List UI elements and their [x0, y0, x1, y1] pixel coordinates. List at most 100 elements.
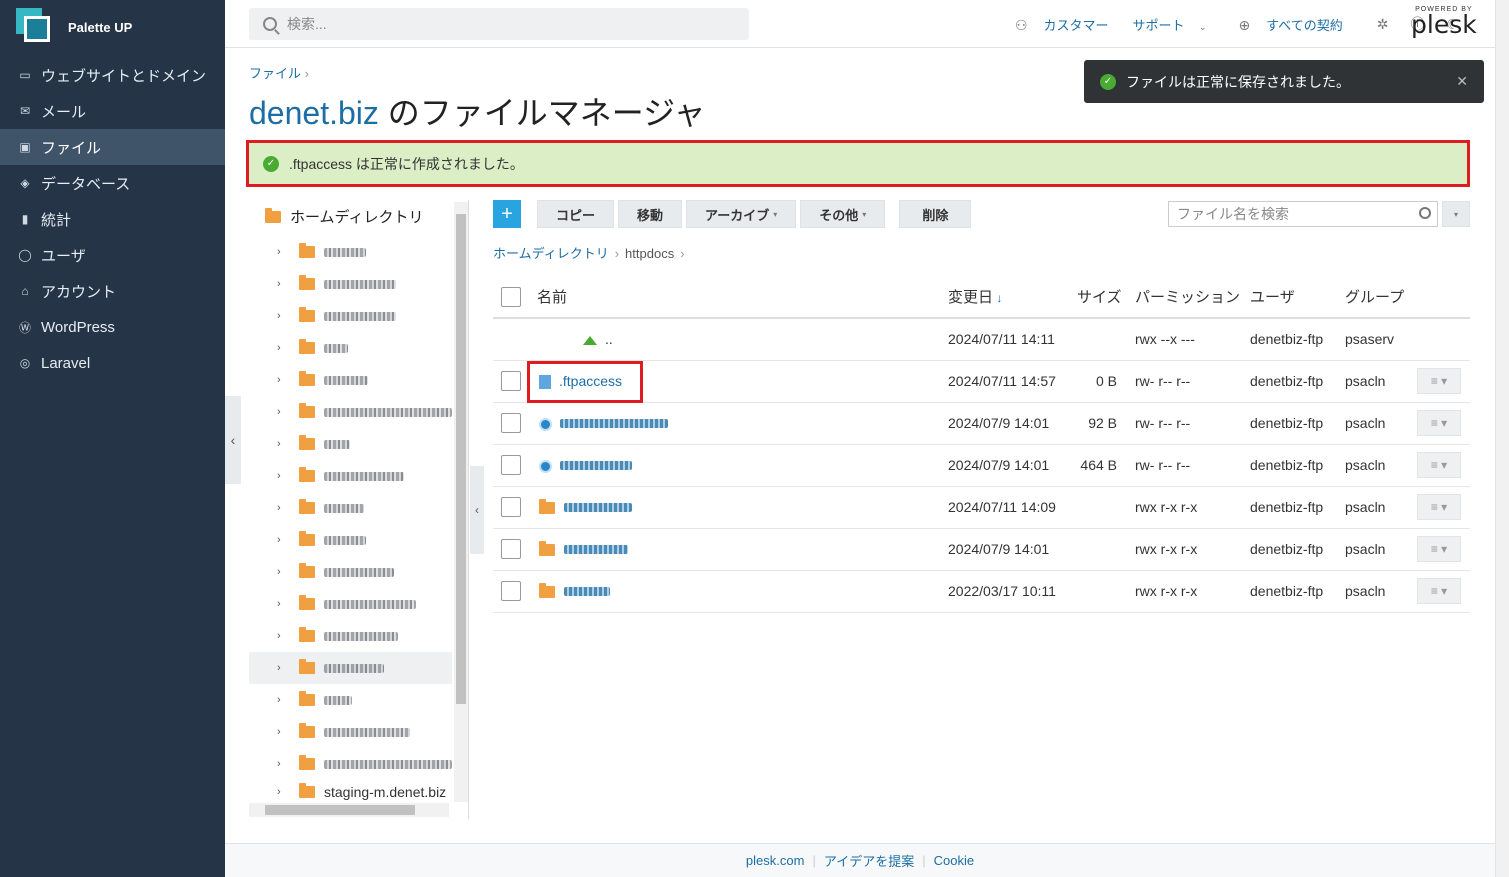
sidebar-item-wordpress[interactable]: Ⓦ WordPress — [0, 309, 225, 345]
tree-item[interactable]: › — [249, 460, 452, 492]
chevron-right-icon[interactable]: › — [277, 246, 289, 258]
chevron-right-icon[interactable]: › — [277, 534, 289, 546]
support-menu[interactable]: サポート ⌄ — [1132, 15, 1218, 34]
tree-item[interactable]: › — [249, 428, 452, 460]
file-name-cell[interactable] — [537, 402, 948, 445]
row-checkbox[interactable] — [501, 371, 521, 391]
move-button[interactable]: 移動 — [618, 200, 683, 228]
archive-button[interactable]: アーカイブ ▾ — [686, 200, 797, 228]
tree-item[interactable]: › — [249, 364, 452, 396]
col-user[interactable]: ユーザ — [1250, 276, 1345, 319]
chevron-right-icon[interactable]: › — [277, 438, 289, 450]
path-root-link[interactable]: ホームディレクトリ — [493, 246, 609, 261]
file-name-cell[interactable] — [537, 444, 948, 487]
tree-item-selected[interactable]: › — [249, 652, 452, 684]
permission-cell[interactable]: rwx r-x r-x — [1135, 486, 1250, 529]
col-size[interactable]: サイズ — [1077, 276, 1135, 319]
row-checkbox[interactable] — [501, 455, 521, 475]
close-icon[interactable]: ✕ — [1456, 73, 1468, 90]
permission-cell[interactable]: rw- r-- r-- — [1135, 444, 1250, 487]
row-checkbox[interactable] — [501, 539, 521, 559]
footer-cookie-link[interactable]: Cookie — [934, 853, 974, 868]
customer-menu[interactable]: ⚇ カスタマー — [1015, 15, 1120, 34]
file-name-cell[interactable] — [537, 486, 948, 529]
brand-name[interactable]: Palette UP — [68, 20, 132, 35]
chevron-right-icon[interactable]: › — [277, 630, 289, 642]
tree-item[interactable]: › — [249, 748, 452, 780]
delete-button[interactable]: 削除 — [899, 200, 972, 228]
chevron-right-icon[interactable]: › — [277, 374, 289, 386]
scroll-thumb[interactable] — [456, 214, 466, 704]
page-title-domain[interactable]: denet.biz — [249, 95, 379, 131]
chevron-right-icon[interactable]: › — [277, 310, 289, 322]
tree-item[interactable]: › — [249, 492, 452, 524]
row-menu-button[interactable]: ≡ ▾ — [1417, 452, 1461, 478]
brand-logo[interactable] — [16, 8, 60, 48]
tree-item[interactable]: › — [249, 588, 452, 620]
sidebar-item-statistics[interactable]: ▮ 統計 — [0, 201, 225, 237]
select-all-checkbox[interactable] — [501, 286, 521, 307]
sidebar-collapse-button[interactable]: ‹ — [225, 396, 241, 484]
chevron-right-icon[interactable]: › — [277, 278, 289, 290]
permission-cell[interactable]: rwx r-x r-x — [1135, 528, 1250, 571]
file-name[interactable]: .. — [605, 331, 613, 347]
permission-cell[interactable]: rw- r-- r-- — [1135, 402, 1250, 445]
row-checkbox[interactable] — [501, 497, 521, 517]
row-menu-button[interactable]: ≡ ▾ — [1417, 368, 1461, 394]
file-name-cell[interactable]: .. — [537, 318, 948, 361]
col-group[interactable]: グループ — [1345, 276, 1417, 319]
tree-item[interactable]: › — [249, 268, 452, 300]
search-options-button[interactable]: ▾ — [1442, 201, 1470, 227]
tree-item[interactable]: › — [249, 236, 452, 268]
tree-collapse-button[interactable]: ‹ — [470, 466, 484, 554]
other-button[interactable]: その他 ▾ — [800, 200, 886, 228]
col-permission[interactable]: パーミッション — [1135, 276, 1250, 319]
global-search-input[interactable]: 検索... — [249, 8, 749, 40]
row-checkbox[interactable] — [501, 581, 521, 601]
tree-item[interactable]: › — [249, 556, 452, 588]
row-menu-button[interactable]: ≡ ▾ — [1417, 410, 1461, 436]
plesk-logo[interactable]: POWERED BY plesk — [1411, 6, 1477, 37]
tree-hscrollbar[interactable] — [249, 803, 449, 817]
chevron-right-icon[interactable]: › — [277, 662, 289, 674]
chevron-right-icon[interactable]: › — [277, 758, 289, 770]
tree-item[interactable]: › — [249, 396, 452, 428]
chevron-right-icon[interactable]: › — [277, 470, 289, 482]
sidebar-item-websites[interactable]: ▭ ウェブサイトとドメイン — [0, 57, 225, 93]
tree-item[interactable]: › staging-m.denet.biz — [249, 780, 452, 804]
file-name-cell[interactable] — [537, 570, 948, 613]
tree-item[interactable]: › — [249, 524, 452, 556]
row-menu-button[interactable]: ≡ ▾ — [1417, 494, 1461, 520]
row-menu-button[interactable]: ≡ ▾ — [1417, 536, 1461, 562]
chevron-right-icon[interactable]: › — [277, 598, 289, 610]
col-name[interactable]: 名前 — [537, 276, 948, 319]
scroll-thumb[interactable] — [265, 805, 415, 815]
sidebar-item-files[interactable]: ▣ ファイル — [0, 129, 225, 165]
sidebar-item-laravel[interactable]: ◎ Laravel — [0, 345, 225, 381]
extensions-icon[interactable]: ✲ — [1377, 16, 1389, 33]
chevron-right-icon[interactable]: › — [277, 502, 289, 514]
add-button[interactable]: + — [493, 200, 521, 228]
tree-item[interactable]: › — [249, 300, 452, 332]
chevron-right-icon[interactable]: › — [277, 342, 289, 354]
breadcrumb-files-link[interactable]: ファイル — [249, 66, 301, 81]
tree-root[interactable]: ホームディレクトリ — [265, 206, 424, 227]
row-menu-button[interactable]: ≡ ▾ — [1417, 578, 1461, 604]
tree-scrollbar[interactable] — [454, 202, 468, 802]
copy-button[interactable]: コピー — [537, 200, 615, 228]
sidebar-item-databases[interactable]: ◈ データベース — [0, 165, 225, 201]
file-name-cell[interactable] — [537, 528, 948, 571]
file-search-input[interactable]: ファイル名を検索 — [1168, 201, 1438, 227]
page-scrollbar[interactable] — [1495, 0, 1509, 877]
permission-cell[interactable]: rw- r-- r-- — [1135, 360, 1250, 403]
chevron-right-icon[interactable]: › — [277, 406, 289, 418]
footer-idea-link[interactable]: アイデアを提案 — [824, 851, 914, 870]
chevron-right-icon[interactable]: › — [277, 694, 289, 706]
footer-plesk-link[interactable]: plesk.com — [746, 853, 805, 868]
tree-item[interactable]: › — [249, 332, 452, 364]
sidebar-item-users[interactable]: ◯ ユーザ — [0, 237, 225, 273]
permission-cell[interactable]: rwx r-x r-x — [1135, 570, 1250, 613]
subscriptions-menu[interactable]: ⊕ すべての契約 — [1239, 15, 1355, 34]
tree-item[interactable]: › — [249, 716, 452, 748]
chevron-right-icon[interactable]: › — [277, 566, 289, 578]
